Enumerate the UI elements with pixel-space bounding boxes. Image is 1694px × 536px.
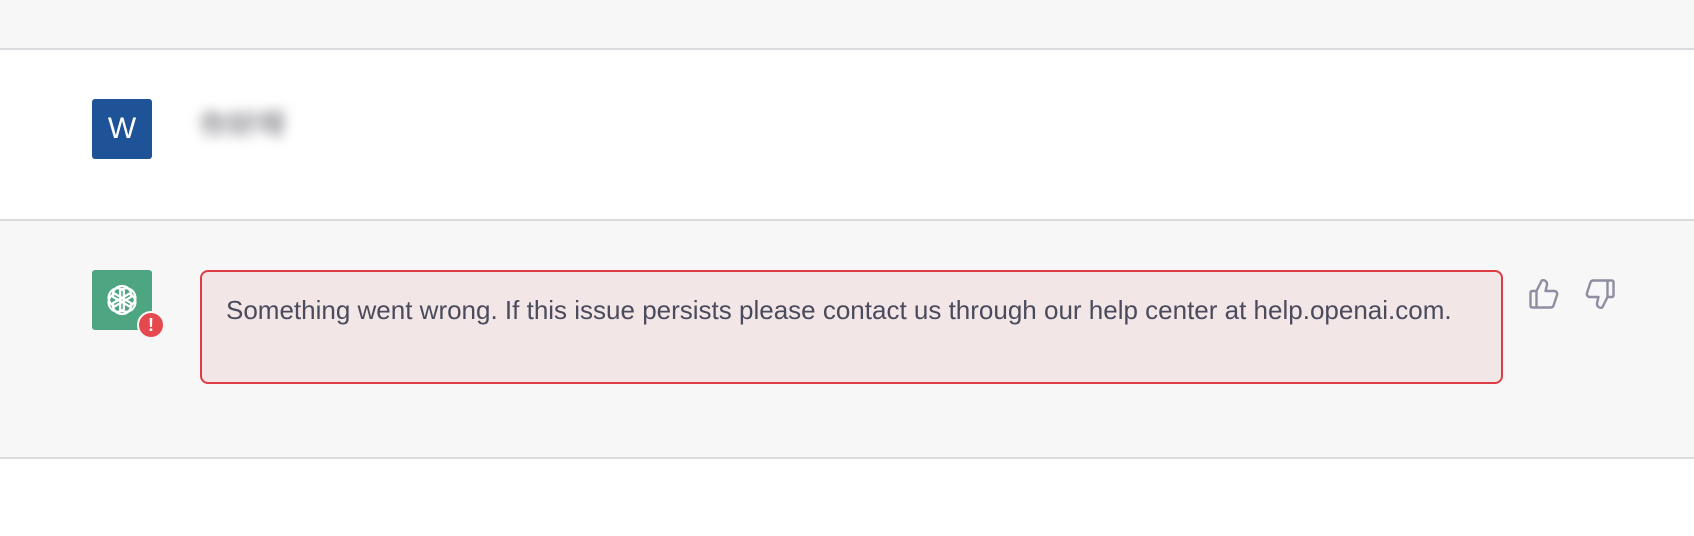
user-message-row: W 你好呀 bbox=[0, 50, 1694, 221]
previous-message-area bbox=[0, 0, 1694, 50]
user-message-text: 你好呀 bbox=[200, 109, 288, 140]
assistant-message-row: ! Something went wrong. If this issue pe… bbox=[0, 221, 1694, 459]
openai-logo-icon bbox=[107, 284, 137, 316]
thumbs-up-icon bbox=[1529, 279, 1559, 309]
thumbs-down-icon bbox=[1585, 279, 1615, 309]
error-badge-icon: ! bbox=[137, 311, 165, 339]
user-avatar: W bbox=[92, 99, 152, 159]
thumbs-down-button[interactable] bbox=[1582, 276, 1618, 312]
thumbs-up-button[interactable] bbox=[1526, 276, 1562, 312]
error-message-box: Something went wrong. If this issue pers… bbox=[200, 270, 1503, 384]
